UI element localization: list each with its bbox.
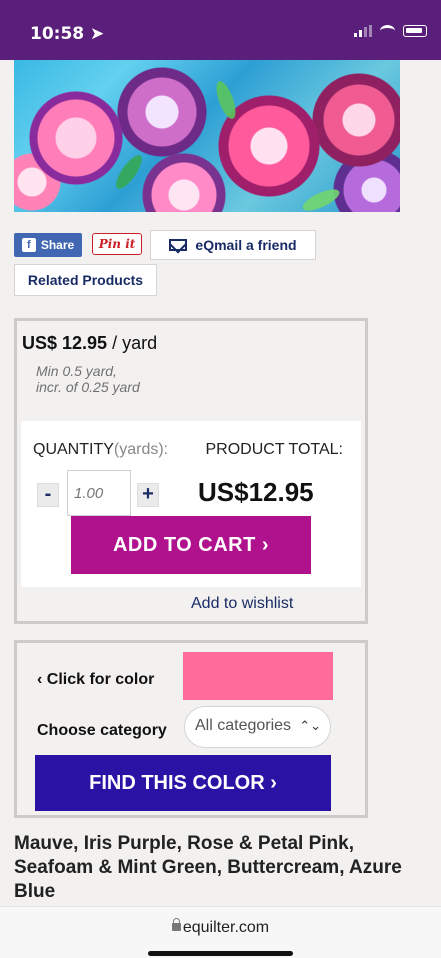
find-this-color-button[interactable]: FIND THIS COLOR › bbox=[35, 755, 331, 811]
facebook-icon: f bbox=[21, 238, 36, 252]
leaf-pattern-icon bbox=[299, 185, 343, 212]
add-to-wishlist-link[interactable]: Add to wishlist bbox=[191, 595, 293, 613]
facebook-share-button[interactable]: f Share bbox=[14, 233, 82, 257]
status-time: 10:58 ➤ bbox=[30, 24, 105, 44]
pricing-box: US$ 12.95 / yard Min 0.5 yard, incr. of 0… bbox=[14, 318, 368, 624]
color-swatch[interactable] bbox=[183, 652, 333, 700]
related-products-button[interactable]: Related Products bbox=[14, 264, 157, 296]
fabric-product-image bbox=[14, 60, 400, 212]
envelope-icon bbox=[169, 239, 188, 251]
category-select[interactable]: All categories ⌃⌄ bbox=[184, 706, 331, 748]
color-finder-box: ‹ Click for color Choose category All ca… bbox=[14, 640, 368, 818]
chevron-right-icon: › bbox=[264, 771, 277, 794]
add-to-cart-button[interactable]: ADD TO CART › bbox=[71, 516, 311, 574]
signal-icon bbox=[354, 25, 372, 37]
battery-icon bbox=[403, 25, 427, 37]
leaf-pattern-icon bbox=[212, 78, 240, 122]
increase-quantity-button[interactable]: + bbox=[137, 483, 159, 507]
fabric-color-description: Mauve, Iris Purple, Rose & Petal Pink, S… bbox=[14, 833, 402, 902]
location-arrow-icon: ➤ bbox=[90, 24, 105, 44]
pinterest-button[interactable]: Pin it bbox=[92, 233, 142, 255]
product-total-value: US$12.95 bbox=[198, 477, 314, 507]
chevron-left-icon: ‹ bbox=[37, 671, 47, 688]
leaf-pattern-icon bbox=[111, 151, 147, 193]
wifi-icon bbox=[380, 25, 395, 37]
status-icons bbox=[354, 25, 427, 37]
choose-category-label: Choose category bbox=[37, 722, 167, 739]
home-indicator[interactable] bbox=[148, 951, 293, 956]
quantity-panel: QUANTITY(yards): PRODUCT TOTAL: - 1.00 +… bbox=[21, 421, 361, 587]
decrease-quantity-button[interactable]: - bbox=[37, 483, 59, 507]
select-chevron-icon: ⌃⌄ bbox=[299, 718, 321, 734]
unit-price: US$ 12.95 / yard bbox=[22, 333, 158, 353]
email-friend-button[interactable]: eQmail a friend bbox=[150, 230, 316, 260]
product-total-label: PRODUCT TOTAL: bbox=[205, 441, 343, 458]
minimum-order-note: Min 0.5 yard, incr. of 0.25 yard bbox=[36, 363, 140, 395]
quantity-input[interactable]: 1.00 bbox=[67, 470, 131, 516]
browser-url-bar[interactable]: equilter.com bbox=[0, 906, 441, 958]
lock-icon bbox=[171, 918, 181, 931]
chevron-right-icon: › bbox=[255, 533, 270, 556]
quantity-label: QUANTITY(yards): bbox=[33, 441, 169, 458]
url-text[interactable]: equilter.com bbox=[0, 918, 441, 937]
click-for-color-button[interactable]: ‹ Click for color bbox=[37, 671, 154, 689]
status-bar: 10:58 ➤ bbox=[0, 0, 441, 60]
